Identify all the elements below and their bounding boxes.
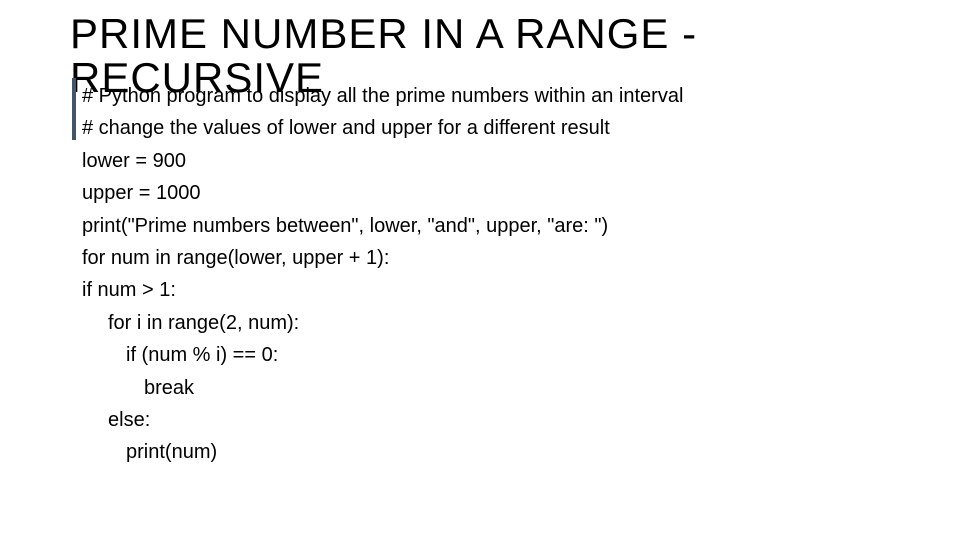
code-line-11: else: (82, 404, 902, 436)
code-line-3: lower = 900 (82, 145, 902, 177)
code-line-1: # Python program to display all the prim… (82, 80, 902, 112)
code-line-5: print("Prime numbers between", lower, "a… (82, 210, 902, 242)
code-line-6: for num in range(lower, upper + 1): (82, 242, 902, 274)
code-line-7: if num > 1: (82, 274, 902, 306)
code-body: # Python program to display all the prim… (82, 80, 902, 469)
code-line-12: print(num) (82, 436, 902, 468)
code-line-4: upper = 1000 (82, 177, 902, 209)
code-line-9: if (num % i) == 0: (82, 339, 902, 371)
accent-bar (72, 78, 76, 140)
code-line-8: for i in range(2, num): (82, 307, 902, 339)
code-line-2: # change the values of lower and upper f… (82, 112, 902, 144)
slide: PRIME NUMBER IN A RANGE - RECURSIVE # Py… (0, 0, 960, 540)
code-line-10: break (82, 372, 902, 404)
title-line-1: PRIME NUMBER IN A RANGE - (70, 12, 697, 56)
